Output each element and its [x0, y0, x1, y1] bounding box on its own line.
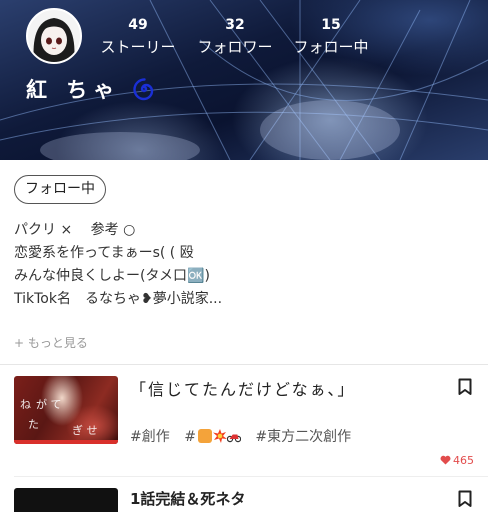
heart-icon [440, 455, 451, 465]
tag-link-emoji[interactable]: # [184, 429, 241, 445]
cyclone-icon [133, 78, 154, 101]
bio-line: パクリ × 参考 ○ [14, 222, 136, 238]
stat-following[interactable]: 15 フォロー中 [288, 16, 374, 58]
stories-count: 49 [128, 17, 148, 33]
avatar-image [28, 10, 80, 62]
story-tags: #創作 # #東方二次創作 [130, 426, 361, 446]
bio-line: 恋愛系を作ってまぁーs( ( 殴 [14, 245, 194, 261]
avatar[interactable] [26, 8, 82, 64]
thumbnail-text: た [28, 418, 39, 431]
story-list-item[interactable]: ね が て た ぎ せ 「信じてたんだけどなぁ、」 #創作 # #東方二次創作 … [0, 376, 488, 468]
list-divider [14, 476, 488, 477]
bio-line: TikTok名 るなちゃ❥夢小説家... [14, 291, 223, 307]
like-count: 465 [440, 454, 474, 467]
section-divider [0, 364, 488, 365]
show-more-link[interactable]: + もっと見る [14, 334, 88, 351]
following-label: フォロー中 [293, 38, 369, 56]
bookmark-icon[interactable] [458, 378, 472, 396]
fist-icon [197, 429, 212, 443]
following-count: 15 [321, 17, 341, 33]
story-thumbnail[interactable]: ね が て た ぎ せ [14, 376, 118, 444]
profile-header-banner: 49 ストーリー 32 フォロワー 15 フォロー中 紅 ちゃ [0, 0, 488, 160]
following-button[interactable]: フォロー中 [14, 175, 106, 204]
tag-link[interactable]: #創作 [130, 429, 170, 445]
thumbnail-text: ね [20, 398, 31, 411]
thumbnail-progress-bar [14, 440, 118, 444]
stat-stories[interactable]: 49 ストーリー [96, 16, 180, 58]
thumbnail-text: ぎ せ [72, 424, 98, 437]
stat-followers[interactable]: 32 フォロワー [193, 16, 277, 58]
collision-icon [212, 429, 227, 443]
stories-label: ストーリー [100, 38, 176, 56]
tag-link[interactable]: #東方二次創作 [255, 429, 351, 445]
followers-label: フォロワー [197, 38, 273, 56]
story-title[interactable]: 「信じてたんだけどなぁ、」 [130, 376, 355, 400]
story-title[interactable]: 1話完結＆死ネタ [130, 488, 245, 509]
story-thumbnail[interactable] [14, 488, 118, 512]
like-count-value: 465 [453, 454, 474, 467]
bio-line: みんな仲良くしよー(タメ口🆗) [14, 268, 210, 284]
tag-hash: # [184, 429, 196, 445]
profile-bio: パクリ × 参考 ○ 恋愛系を作ってまぁーs( ( 殴 みんな仲良くしよー(タメ… [14, 219, 222, 311]
thumbnail-text: が て [36, 398, 62, 411]
story-list-item[interactable]: 1話完結＆死ネタ [0, 488, 488, 512]
motorcycle-icon [226, 434, 241, 443]
bookmark-icon[interactable] [458, 490, 472, 508]
followers-count: 32 [225, 17, 245, 33]
username: 紅 ちゃ [26, 78, 121, 102]
